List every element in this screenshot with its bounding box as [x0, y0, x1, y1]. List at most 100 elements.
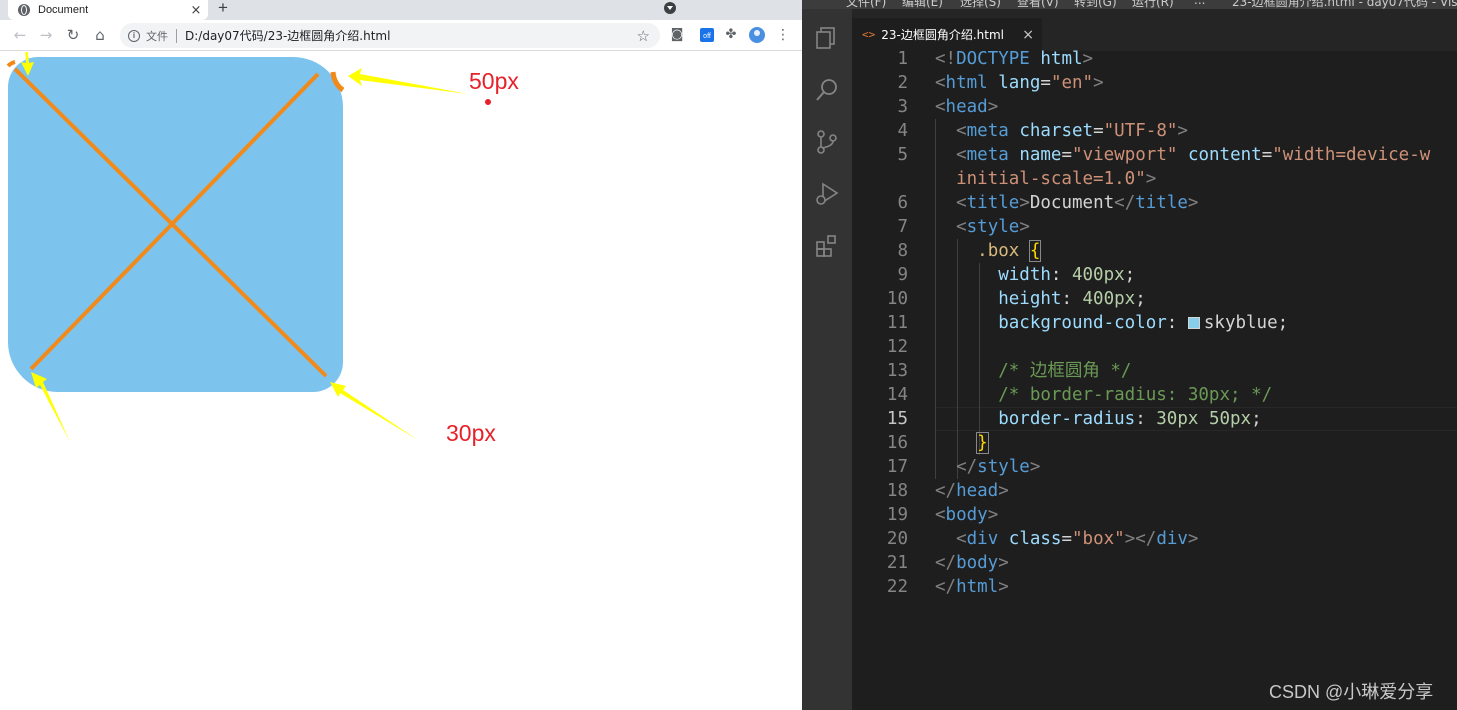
- back-icon[interactable]: ←: [10, 25, 30, 45]
- code-line: 2 <html lang="en">: [852, 71, 1457, 95]
- editor-tab-bar: <> 23-边框圆角介绍.html ×: [852, 9, 1457, 51]
- code-text: height: 400px;: [998, 289, 1146, 309]
- info-icon[interactable]: i: [128, 29, 140, 42]
- camera-icon[interactable]: ◙: [668, 26, 686, 44]
- color-swatch-icon[interactable]: [1187, 317, 1200, 329]
- line-number: 2: [897, 73, 908, 93]
- tab-close-button[interactable]: ×: [188, 3, 204, 18]
- browser-window: Document × + ← → ↻ ⌂ i 文件 D:/day07代码/23-…: [0, 0, 802, 710]
- code-text: </html>: [935, 577, 1009, 597]
- code-line: 11 background-color: skyblue;: [852, 311, 1457, 335]
- code-line: 13 /* 边框圆角 */: [852, 359, 1457, 383]
- line-number: 7: [897, 217, 908, 237]
- code-line: 22 </html>: [852, 575, 1457, 599]
- code-text: border-radius: 30px 50px;: [998, 409, 1262, 429]
- kebab-menu-icon[interactable]: ⋮: [776, 26, 790, 44]
- menu-go[interactable]: 转到(G): [1074, 0, 1117, 9]
- line-number: 22: [886, 577, 908, 597]
- avatar[interactable]: [749, 27, 765, 43]
- code-text: </body>: [935, 553, 1009, 573]
- code-line: 6 <title>Document</title>: [852, 191, 1457, 215]
- editor-tab-label: 23-边框圆角介绍.html: [881, 28, 1004, 42]
- window-title: 23-边框圆角介绍.html - day07代码 - Visua: [1232, 0, 1457, 9]
- line-number: 13: [886, 361, 908, 381]
- code-text: .box {: [977, 240, 1042, 262]
- code-line-active: 15 border-radius: 30px 50px;: [852, 407, 1457, 431]
- code-text: }: [976, 432, 989, 454]
- line-number: 11: [886, 313, 908, 333]
- code-text: <title>Document</title>: [956, 193, 1199, 213]
- code-text: width: 400px;: [998, 265, 1136, 285]
- code-line: 14 /* border-radius: 30px; */: [852, 383, 1457, 407]
- vscode-window: 文件(F) 编辑(E) 选择(S) 查看(V) 转到(G) 运行(R) ... …: [802, 0, 1457, 710]
- menu-selection[interactable]: 选择(S): [960, 0, 1001, 9]
- menu-view[interactable]: 查看(V): [1017, 0, 1059, 9]
- code-editor[interactable]: 1 <!DOCTYPE html> 2 <html lang="en"> 3 <hea…: [852, 47, 1457, 710]
- line-number: 12: [886, 337, 908, 357]
- yellow-arrow: [31, 372, 70, 442]
- menu-file[interactable]: 文件(F): [846, 0, 886, 9]
- code-line: 12: [852, 335, 1457, 359]
- home-icon[interactable]: ⌂: [90, 25, 110, 45]
- red-dot-mark: [485, 99, 491, 105]
- yellow-arrow: [330, 382, 418, 440]
- line-number: 18: [886, 481, 908, 501]
- run-debug-icon[interactable]: [814, 181, 840, 207]
- vscode-titlebar: 文件(F) 编辑(E) 选择(S) 查看(V) 转到(G) 运行(R) ... …: [802, 0, 1457, 9]
- code-text: <!DOCTYPE html>: [935, 49, 1094, 69]
- source-control-icon[interactable]: [814, 129, 840, 155]
- url-text[interactable]: D:/day07代码/23-边框圆角介绍.html: [185, 27, 637, 44]
- code-line: 8 .box {: [852, 239, 1457, 263]
- extension-off-icon[interactable]: off: [700, 28, 714, 42]
- reload-icon[interactable]: ↻: [63, 25, 83, 45]
- code-line: 18 </head>: [852, 479, 1457, 503]
- yellow-arrow: [348, 68, 468, 94]
- line-number: 14: [886, 385, 908, 405]
- line-number: 4: [897, 121, 908, 141]
- puzzle-icon[interactable]: ✤: [722, 26, 740, 44]
- tab-strip: Document × +: [0, 0, 802, 20]
- forward-icon[interactable]: →: [36, 25, 56, 45]
- tab-search-icon[interactable]: [664, 2, 676, 14]
- code-line: 3 <head>: [852, 95, 1457, 119]
- editor-tab-close-button[interactable]: ×: [1022, 27, 1034, 43]
- code-line: 10 height: 400px;: [852, 287, 1457, 311]
- line-number: 16: [886, 433, 908, 453]
- page-viewport: 50px 30px: [0, 52, 802, 710]
- menu-more[interactable]: ...: [1194, 0, 1205, 7]
- code-line: 9 width: 400px;: [852, 263, 1457, 287]
- code-line: 4 <meta charset="UTF-8">: [852, 119, 1457, 143]
- code-text: /* border-radius: 30px; */: [998, 385, 1273, 405]
- line-number: 9: [897, 265, 908, 285]
- code-text: background-color: skyblue;: [998, 313, 1289, 333]
- menu-edit[interactable]: 编辑(E): [902, 0, 943, 9]
- code-line: 1 <!DOCTYPE html>: [852, 47, 1457, 71]
- line-number: 10: [886, 289, 908, 309]
- line-number: 1: [897, 49, 908, 69]
- activity-bar: [802, 9, 852, 710]
- menu-run[interactable]: 运行(R): [1132, 0, 1174, 9]
- browser-tab-document[interactable]: Document ×: [8, 0, 208, 20]
- code-text: <head>: [935, 97, 999, 117]
- code-line: 16 }: [852, 431, 1457, 455]
- line-number: 15: [886, 409, 908, 429]
- globe-icon: [18, 4, 30, 16]
- browser-toolbar: ← → ↻ ⌂ i 文件 D:/day07代码/23-边框圆角介绍.html ☆…: [0, 20, 802, 51]
- address-bar[interactable]: i 文件 D:/day07代码/23-边框圆角介绍.html ☆: [120, 23, 660, 48]
- annotation-label-top: 50px: [469, 68, 519, 94]
- code-text: /* 边框圆角 */: [998, 361, 1132, 381]
- explorer-icon[interactable]: [814, 25, 840, 51]
- watermark: CSDN @小琳爱分享: [1269, 682, 1434, 702]
- code-text: initial-scale=1.0">: [956, 169, 1157, 189]
- code-text: </style>: [956, 457, 1041, 477]
- line-number: 5: [897, 145, 908, 165]
- code-text: <style>: [956, 217, 1030, 237]
- bookmark-star-icon[interactable]: ☆: [637, 27, 650, 45]
- code-line: 17 </style>: [852, 455, 1457, 479]
- yellow-arrow: [21, 52, 34, 76]
- search-icon[interactable]: [814, 77, 840, 103]
- code-text: <meta charset="UTF-8">: [956, 121, 1188, 141]
- extensions-icon[interactable]: [814, 233, 840, 259]
- new-tab-button[interactable]: +: [218, 0, 228, 18]
- code-line: 19 <body>: [852, 503, 1457, 527]
